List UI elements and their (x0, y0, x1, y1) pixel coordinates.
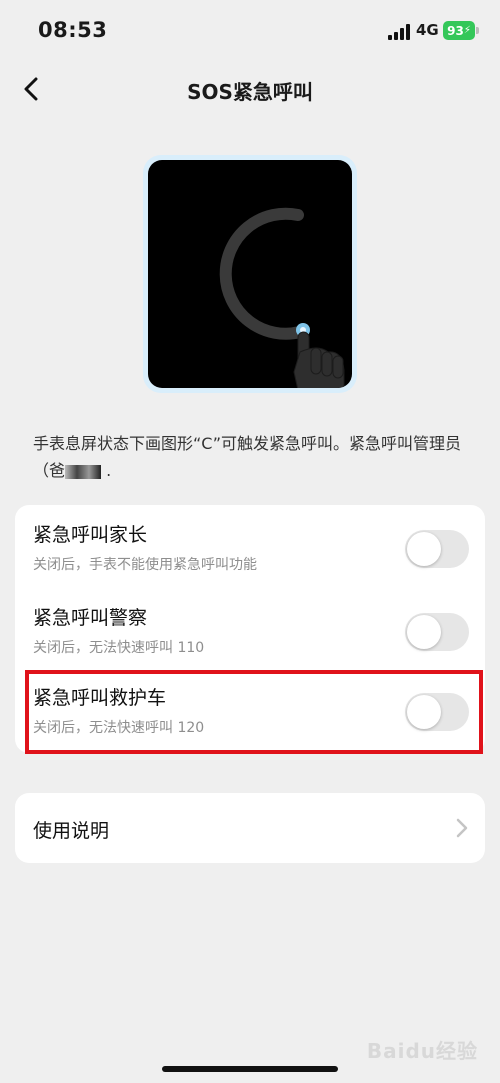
setting-subtitle: 关闭后，无法快速呼叫 110 (33, 640, 205, 656)
setting-row-ambulance: 紧急呼叫救护车 关闭后，无法快速呼叫 120 (15, 671, 485, 751)
network-label: 4G (416, 21, 439, 39)
watermark-logo: Baidu经验 (366, 1039, 478, 1063)
gesture-illustration (143, 155, 357, 393)
toggle-knob (407, 615, 441, 649)
redacted-name (65, 464, 102, 479)
home-indicator[interactable] (162, 1066, 338, 1072)
parent-call-toggle[interactable] (405, 530, 469, 568)
setting-title: 紧急呼叫警察 (33, 607, 148, 629)
c-gesture-path (219, 207, 306, 340)
watch-screen (148, 160, 352, 388)
nav-bar: SOS紧急呼叫 (0, 62, 500, 118)
police-call-toggle[interactable] (405, 613, 469, 651)
setting-row-parent: 紧急呼叫家长 关闭后，手表不能使用紧急呼叫功能 (15, 508, 485, 588)
setting-title: 紧急呼叫救护车 (33, 687, 167, 709)
chevron-right-icon (456, 818, 468, 838)
setting-title: 紧急呼叫家长 (33, 524, 148, 546)
toggle-knob (407, 695, 441, 729)
setting-subtitle: 关闭后，手表不能使用紧急呼叫功能 (33, 557, 257, 573)
battery-level: 93 (447, 23, 464, 38)
description: 手表息屏状态下画图形“C”可触发紧急呼叫。紧急呼叫管理员（爸 . (33, 430, 473, 484)
status-bar: 08:53 4G 93 ⚡ (0, 0, 500, 62)
battery-icon: 93 ⚡ (443, 21, 475, 40)
setting-row-police: 紧急呼叫警察 关闭后，无法快速呼叫 110 (15, 591, 485, 671)
page-title: SOS紧急呼叫 (187, 80, 313, 104)
ambulance-call-toggle[interactable] (405, 693, 469, 731)
toggle-knob (407, 532, 441, 566)
help-label: 使用说明 (33, 820, 110, 842)
help-row[interactable]: 使用说明 (15, 793, 485, 863)
signal-icon (388, 24, 410, 40)
description-tail: . (101, 461, 112, 480)
setting-subtitle: 关闭后，无法快速呼叫 120 (33, 720, 205, 736)
status-time: 08:53 (38, 18, 108, 42)
battery-tip (476, 27, 479, 34)
sos-settings-card: 紧急呼叫家长 关闭后，手表不能使用紧急呼叫功能 紧急呼叫警察 关闭后，无法快速呼… (15, 505, 485, 753)
hand-pointer-icon (293, 331, 345, 388)
